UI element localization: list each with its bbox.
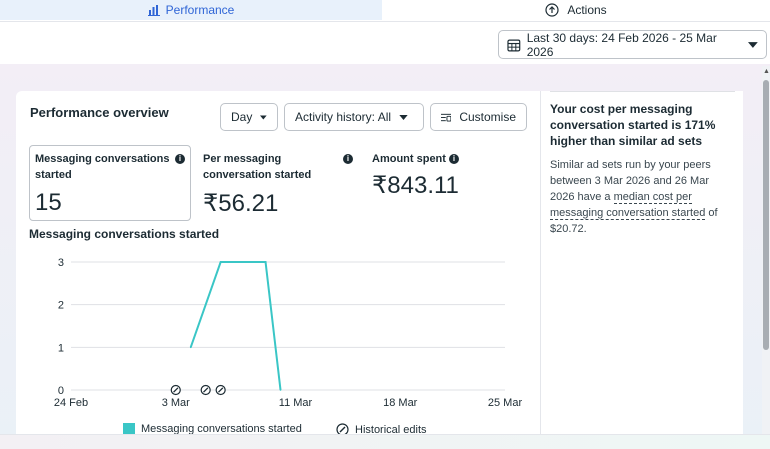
tab-performance[interactable]: Performance xyxy=(0,0,382,20)
y-tick-label: 1 xyxy=(58,342,64,354)
insight-title: Your cost per messaging conversation sta… xyxy=(550,102,716,148)
bar-chart-icon xyxy=(147,4,160,16)
data-point xyxy=(189,346,192,349)
x-tick-label: 24 Feb xyxy=(54,397,88,409)
bottom-strip xyxy=(0,434,770,449)
date-range-picker[interactable]: Last 30 days: 24 Feb 2026 - 25 Mar 2026 xyxy=(498,30,767,59)
data-point xyxy=(249,261,252,263)
tab-bar: Performance Actions xyxy=(0,0,770,22)
chevron-down-icon xyxy=(748,41,758,48)
tab-actions-label: Actions xyxy=(567,3,607,17)
tab-actions[interactable]: Actions xyxy=(382,0,770,20)
series-line xyxy=(189,261,282,391)
x-tick-label: 3 Mar xyxy=(162,397,190,409)
x-tick-label: 25 Mar xyxy=(488,397,523,409)
insight-body: Similar ad sets run by your peers betwee… xyxy=(550,157,735,237)
historical-edit-marker[interactable] xyxy=(200,384,211,396)
upload-icon xyxy=(545,3,559,17)
data-point xyxy=(264,261,267,263)
line-chart: 0 1 2 3 24 Feb 3 Mar 11 Mar 18 Mar 25 Mar xyxy=(54,257,523,409)
scroll-up-arrow-icon[interactable]: ▲ xyxy=(763,68,770,75)
y-tick-label: 0 xyxy=(58,385,64,397)
date-range-label: Last 30 days: 24 Feb 2026 - 25 Mar 2026 xyxy=(526,30,717,59)
y-tick-label: 2 xyxy=(58,300,64,312)
data-point xyxy=(279,389,282,391)
y-tick-label: 3 xyxy=(58,257,64,269)
data-point xyxy=(219,261,222,263)
performance-overview-card: Performance overview Day Activity histor… xyxy=(16,91,540,449)
historical-edit-marker[interactable] xyxy=(170,384,181,396)
historical-edit-marker[interactable] xyxy=(215,384,226,396)
tab-performance-label: Performance xyxy=(165,3,235,17)
data-point xyxy=(234,261,237,263)
x-tick-label: 11 Mar xyxy=(279,397,313,409)
insight-panel: Your cost per messaging conversation sta… xyxy=(540,91,743,449)
x-tick-label: 18 Mar xyxy=(383,397,418,409)
calendar-icon xyxy=(507,39,521,51)
page-scrollbar[interactable]: ▲ xyxy=(762,66,770,449)
scroll-thumb[interactable] xyxy=(763,80,769,350)
divider xyxy=(550,91,735,92)
